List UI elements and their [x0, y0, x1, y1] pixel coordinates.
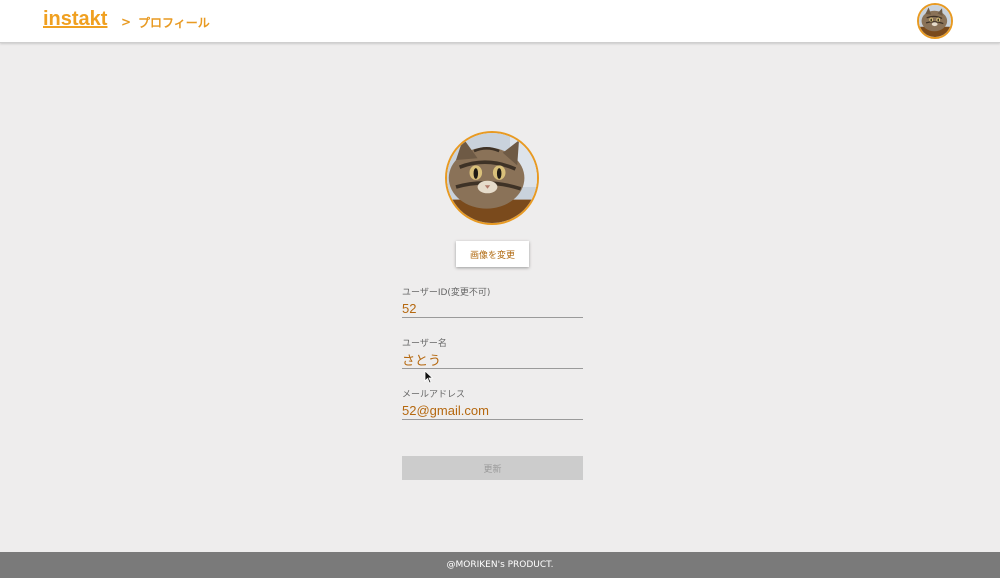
breadcrumb-current: プロフィール	[138, 16, 210, 30]
mouse-cursor-icon	[424, 370, 434, 384]
change-image-button[interactable]: 画像を変更	[456, 241, 529, 267]
app-logo-link[interactable]: instakt	[43, 8, 107, 31]
cat-avatar-icon	[919, 5, 951, 37]
user-id-label: ユーザーID(変更不可)	[402, 288, 491, 298]
app-header: instakt > プロフィール	[0, 0, 1000, 43]
breadcrumb-separator: >	[121, 15, 132, 29]
profile-avatar	[445, 131, 539, 225]
email-field: メールアドレス	[402, 387, 583, 420]
update-button[interactable]: 更新	[402, 456, 583, 480]
username-input[interactable]	[402, 349, 583, 369]
user-id-field: ユーザーID(変更不可)	[402, 285, 583, 318]
header-avatar-button[interactable]	[917, 3, 953, 39]
email-input[interactable]	[402, 400, 583, 420]
username-label: ユーザー名	[402, 339, 447, 349]
user-id-input[interactable]	[402, 298, 583, 318]
cat-avatar-icon	[447, 133, 537, 223]
app-footer: @MORIKEN's PRODUCT.	[0, 552, 1000, 578]
footer-text: @MORIKEN's PRODUCT.	[446, 560, 554, 570]
username-field: ユーザー名	[402, 336, 583, 369]
email-label: メールアドレス	[402, 390, 466, 400]
